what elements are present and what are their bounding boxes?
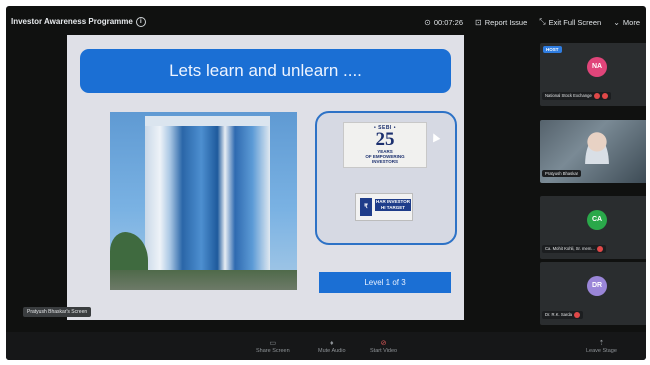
mic-muted-icon xyxy=(593,93,600,99)
leave-stage-icon: ⇡ xyxy=(598,340,605,347)
exit-full-screen-button[interactable]: ⤡ Exit Full Screen xyxy=(539,17,601,27)
more-label: More xyxy=(622,17,640,27)
har-investor-text: HAR INVESTOR HI TARGET xyxy=(375,199,411,211)
video-off-icon: ⊘ xyxy=(380,340,387,347)
info-icon[interactable]: i xyxy=(135,17,146,27)
exit-label: Exit Full Screen xyxy=(548,17,602,27)
avatar: NA xyxy=(587,57,607,77)
chevron-down-icon: ⌄ xyxy=(613,17,620,27)
participant-video-image xyxy=(582,130,612,164)
screen-share-label: Pratyush Bhaskar's Screen xyxy=(23,307,92,317)
participant-name-text: National Stock Exchange xyxy=(545,93,592,99)
exit-fullscreen-icon: ⤡ xyxy=(539,17,546,26)
video-label: Start Video xyxy=(370,348,398,354)
leave-stage-button[interactable]: ⇡ Leave Stage xyxy=(586,340,617,354)
mute-label: Mute Audio xyxy=(318,348,346,354)
har-investor-logo: ₹ HAR INVESTOR HI TARGET xyxy=(355,193,413,221)
participant-name: Pratyush Bhaskar xyxy=(542,170,582,177)
meeting-title-text: Investor Awareness Programme xyxy=(11,17,133,27)
slide-title: Lets learn and unlearn .... xyxy=(80,49,451,93)
logo25-number: 25 xyxy=(375,129,395,150)
share-label: Share Screen xyxy=(256,348,290,354)
video-off-icon xyxy=(601,93,608,99)
rupee-mark-icon: ₹ xyxy=(360,198,372,216)
bottom-control-bar: ▭ Share Screen ♦ Mute Audio ⊘ Start Video ⇡… xyxy=(6,332,646,360)
meeting-title: Investor Awareness Programme i xyxy=(11,17,146,27)
report-issue-button[interactable]: ⊡ Report Issue xyxy=(475,18,527,27)
tower-shape xyxy=(145,120,270,278)
mic-muted-icon xyxy=(574,312,580,318)
participant-tile-host[interactable]: HOST NA National Stock Exchange xyxy=(540,43,646,106)
share-screen-button[interactable]: ▭ Share Screen xyxy=(256,340,290,354)
clock-icon: ⊙ xyxy=(424,17,431,27)
more-menu-button[interactable]: ⌄ More xyxy=(613,18,640,27)
avatar: DR xyxy=(587,276,607,296)
building-photo xyxy=(110,112,297,290)
tower-crown xyxy=(145,116,270,126)
report-label: Report Issue xyxy=(484,17,528,27)
ground-shape xyxy=(110,270,297,290)
shared-slide: Lets learn and unlearn .... • SEBI • 25 … xyxy=(67,35,464,320)
participant-tile[interactable]: CA Ca. Mohit Kohli, Sr. mem... xyxy=(540,196,646,259)
leave-label: Leave Stage xyxy=(586,348,617,354)
timer-text: 00:07:26 xyxy=(433,17,464,27)
host-badge: HOST xyxy=(543,46,562,53)
participant-name-text: Ca. Mohit Kohli, Sr. mem... xyxy=(545,246,595,252)
microphone-icon: ♦ xyxy=(329,340,334,347)
mic-muted-icon xyxy=(596,246,603,252)
start-video-button[interactable]: ⊘ Start Video xyxy=(370,340,397,354)
mute-audio-button[interactable]: ♦ Mute Audio xyxy=(318,340,346,354)
report-icon: ⊡ xyxy=(475,17,482,27)
screen-share-icon: ▭ xyxy=(269,340,277,347)
participant-tile-video[interactable]: Pratyush Bhaskar xyxy=(540,120,646,183)
level-indicator: Level 1 of 3 xyxy=(319,272,451,293)
participant-tile[interactable]: DR Dr. R.K. Sarda xyxy=(540,262,646,325)
participant-name: Ca. Mohit Kohli, Sr. mem... xyxy=(542,245,606,253)
participant-name: National Stock Exchange xyxy=(542,92,611,100)
participant-name-text: Dr. R.K. Sarda xyxy=(545,312,572,318)
top-controls: ⊙ 00:07:26 ⊡ Report Issue ⤡ Exit Full Scree… xyxy=(424,17,640,27)
meeting-window: Investor Awareness Programme i ⊙ 00:07:26 … xyxy=(6,6,646,360)
participant-name: Dr. R.K. Sarda xyxy=(542,311,583,319)
timer: ⊙ 00:07:26 xyxy=(424,18,463,27)
sebi-25-logo: • SEBI • 25 YEARS OF EMPOWERING INVESTOR… xyxy=(343,122,427,168)
har-investor-line2: HI TARGET xyxy=(381,205,405,210)
logo25-tag3: INVESTORS xyxy=(372,159,398,164)
avatar: CA xyxy=(587,210,607,230)
